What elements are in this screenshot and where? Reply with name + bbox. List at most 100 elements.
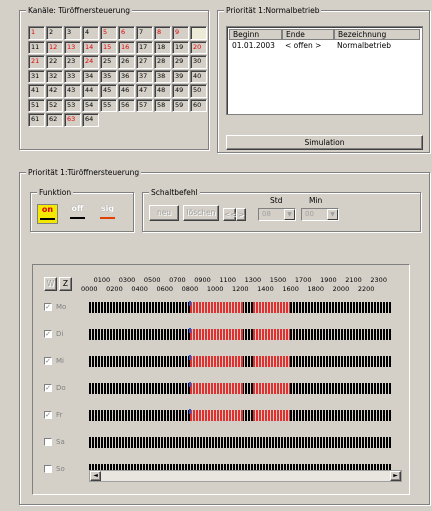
channel-cell[interactable]: 28 [154, 55, 171, 69]
simulation-button[interactable]: Simulation [226, 135, 423, 150]
channel-cell[interactable]: 11 [28, 40, 45, 54]
channel-cell[interactable]: 15 [100, 40, 117, 54]
channel-cell[interactable]: 39 [172, 69, 189, 83]
channel-cell[interactable]: 47 [136, 84, 153, 98]
active-segment[interactable] [189, 329, 244, 340]
neu-button[interactable]: neu [149, 205, 179, 221]
active-segment[interactable] [252, 329, 291, 340]
channel-cell[interactable]: 34 [82, 69, 99, 83]
channel-cell[interactable]: 25 [100, 55, 117, 69]
channel-cell[interactable] [190, 26, 207, 40]
channel-cell[interactable]: 29 [172, 55, 189, 69]
channel-cell[interactable]: 8 [154, 26, 171, 40]
channel-cell[interactable]: 59 [172, 98, 189, 112]
channel-cell[interactable]: 18 [154, 40, 171, 54]
channel-cell[interactable]: 55 [100, 98, 117, 112]
day-schedule-bar[interactable] [89, 301, 391, 313]
active-segment[interactable] [189, 410, 244, 421]
channel-cell[interactable]: 1 [28, 26, 45, 40]
channel-cell[interactable]: 64 [82, 113, 99, 127]
channel-cell[interactable]: 56 [118, 98, 135, 112]
col-header-beginn[interactable]: Beginn [229, 29, 282, 40]
channel-cell[interactable]: 46 [118, 84, 135, 98]
day-checkbox[interactable]: ✓ [44, 330, 52, 338]
prev-icon[interactable]: << [223, 208, 237, 221]
channel-cell[interactable]: 9 [172, 26, 189, 40]
active-segment[interactable] [189, 356, 244, 367]
channel-cell[interactable]: 63 [64, 113, 81, 127]
std-select[interactable]: 08 ▼ [258, 208, 296, 221]
loeschen-button[interactable]: löschen [183, 205, 219, 221]
day-schedule-bar[interactable] [89, 409, 391, 421]
channel-cell[interactable]: 26 [118, 55, 135, 69]
channel-cell[interactable]: 35 [100, 69, 117, 83]
channel-cell[interactable]: 22 [46, 55, 63, 69]
day-checkbox[interactable]: ✓ [44, 303, 52, 311]
active-segment[interactable] [189, 383, 244, 394]
active-segment[interactable] [252, 356, 291, 367]
function-on-button[interactable]: on [37, 204, 58, 224]
channel-cell[interactable]: 21 [28, 55, 45, 69]
channel-cell[interactable]: 37 [136, 69, 153, 83]
channel-cell[interactable]: 30 [190, 55, 207, 69]
day-checkbox[interactable] [44, 438, 52, 446]
channel-cell[interactable]: 54 [82, 98, 99, 112]
day-schedule-bar[interactable] [89, 355, 391, 367]
day-checkbox[interactable] [44, 465, 52, 473]
day-checkbox[interactable]: ✓ [44, 357, 52, 365]
z-button[interactable]: Z [59, 277, 72, 291]
col-header-ende[interactable]: Ende [282, 29, 334, 40]
channel-cell[interactable]: 62 [46, 113, 63, 127]
channel-cell[interactable]: 31 [28, 69, 45, 83]
function-sig-button[interactable]: sig [97, 204, 118, 224]
channel-cell[interactable]: 41 [28, 84, 45, 98]
scroll-left-icon[interactable]: ◄ [90, 471, 101, 481]
channel-cell[interactable]: 38 [154, 69, 171, 83]
channel-cell[interactable]: 36 [118, 69, 135, 83]
active-segment[interactable] [252, 302, 291, 313]
channel-cell[interactable]: 16 [118, 40, 135, 54]
w-button[interactable]: W [44, 277, 57, 291]
channel-cell[interactable]: 53 [64, 98, 81, 112]
channel-cell[interactable]: 13 [64, 40, 81, 54]
channel-cell[interactable]: 20 [190, 40, 207, 54]
channel-cell[interactable]: 19 [172, 40, 189, 54]
channel-cell[interactable]: 4 [82, 26, 99, 40]
channel-cell[interactable]: 14 [82, 40, 99, 54]
active-segment[interactable] [252, 383, 291, 394]
channel-cell[interactable]: 33 [64, 69, 81, 83]
channel-cell[interactable]: 50 [190, 84, 207, 98]
channel-cell[interactable]: 48 [154, 84, 171, 98]
channel-cell[interactable]: 27 [136, 55, 153, 69]
channel-cell[interactable]: 61 [28, 113, 45, 127]
cell-ende[interactable]: < offen > [285, 41, 321, 50]
channel-cell[interactable]: 49 [172, 84, 189, 98]
channel-cell[interactable]: 58 [154, 98, 171, 112]
channel-cell[interactable]: 57 [136, 98, 153, 112]
channel-cell[interactable]: 32 [46, 69, 63, 83]
day-schedule-bar[interactable] [89, 382, 391, 394]
channel-cell[interactable]: 52 [46, 98, 63, 112]
channel-cell[interactable]: 45 [100, 84, 117, 98]
scroll-right-icon[interactable]: ► [390, 471, 401, 481]
prioritaet-table[interactable]: Beginn Ende Bezeichnung 01.01.2003 < off… [226, 26, 423, 115]
active-segment[interactable] [189, 302, 244, 313]
channel-cell[interactable]: 51 [28, 98, 45, 112]
channel-cell[interactable]: 12 [46, 40, 63, 54]
horizontal-scrollbar[interactable]: ◄ ► [89, 470, 402, 482]
day-schedule-bar[interactable] [89, 328, 391, 340]
channel-cell[interactable]: 2 [46, 26, 63, 40]
channel-cell[interactable]: 23 [64, 55, 81, 69]
channel-cell[interactable]: 40 [190, 69, 207, 83]
channel-cell[interactable]: 42 [46, 84, 63, 98]
channel-cell[interactable]: 44 [82, 84, 99, 98]
function-off-button[interactable]: off [67, 204, 88, 224]
day-schedule-bar[interactable] [89, 437, 391, 448]
next-icon[interactable]: > [236, 208, 246, 221]
cell-bezeichnung[interactable]: Normalbetrieb [337, 41, 391, 50]
day-checkbox[interactable]: ✓ [44, 384, 52, 392]
channel-cell[interactable]: 60 [190, 98, 207, 112]
channel-cell[interactable]: 43 [64, 84, 81, 98]
col-header-bezeichnung[interactable]: Bezeichnung [334, 29, 420, 40]
channel-cell[interactable]: 6 [118, 26, 135, 40]
